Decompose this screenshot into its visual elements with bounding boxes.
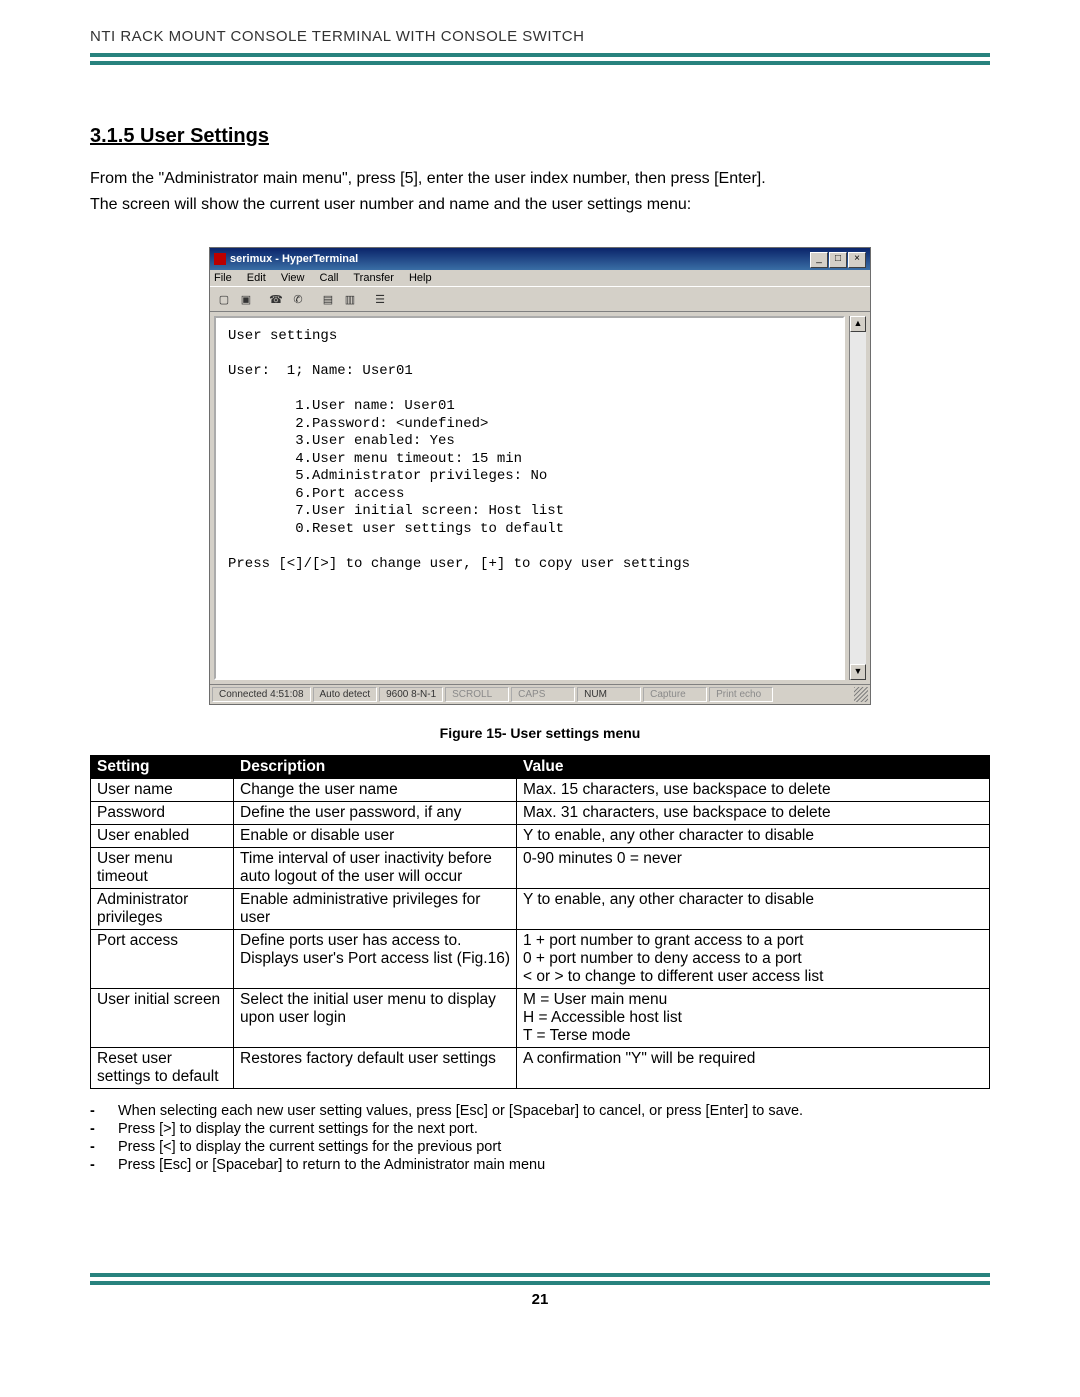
table-row: User enabledEnable or disable userY to e… (91, 825, 990, 848)
toolbar-send-icon[interactable]: ▤ (318, 289, 338, 309)
table-cell: Define the user password, if any (234, 802, 517, 825)
table-cell: Select the initial user menu to display … (234, 989, 517, 1048)
menu-help[interactable]: Help (409, 272, 432, 284)
table-cell: 1 + port number to grant access to a por… (517, 930, 990, 989)
table-cell: Max. 15 characters, use backspace to del… (517, 779, 990, 802)
menubar: File Edit View Call Transfer Help (210, 270, 870, 286)
table-row: User menu timeoutTime interval of user i… (91, 848, 990, 889)
table-cell: Enable administrative privileges for use… (234, 889, 517, 930)
status-num: NUM (577, 687, 641, 702)
settings-table: Setting Description Value User nameChang… (90, 755, 990, 1089)
vertical-scrollbar[interactable]: ▲ ▼ (849, 316, 866, 680)
col-value: Value (517, 756, 990, 779)
table-cell: User name (91, 779, 234, 802)
figure-caption: Figure 15- User settings menu (90, 725, 990, 741)
bullet-dash: - (90, 1157, 118, 1173)
toolbar-connect-icon[interactable]: ☎ (266, 289, 286, 309)
minimize-button[interactable]: _ (810, 252, 828, 268)
hyperterminal-window: serimux - HyperTerminal _□× File Edit Vi… (209, 247, 871, 705)
table-cell: Enable or disable user (234, 825, 517, 848)
notes-list: -When selecting each new user setting va… (90, 1103, 990, 1173)
table-cell: Time interval of user inactivity before … (234, 848, 517, 889)
toolbar-new-icon[interactable]: ▢ (214, 289, 234, 309)
menu-call[interactable]: Call (320, 272, 339, 284)
scroll-down-icon[interactable]: ▼ (850, 664, 866, 680)
note-item: -Press [<] to display the current settin… (90, 1139, 990, 1155)
scroll-up-icon[interactable]: ▲ (850, 316, 866, 332)
window-titlebar[interactable]: serimux - HyperTerminal _□× (210, 248, 870, 270)
terminal-output: User settings User: 1; Name: User01 1.Us… (214, 316, 845, 680)
table-cell: Change the user name (234, 779, 517, 802)
note-item: -When selecting each new user setting va… (90, 1103, 990, 1119)
page-header: NTI RACK MOUNT CONSOLE TERMINAL WITH CON… (90, 28, 990, 53)
menu-transfer[interactable]: Transfer (353, 272, 394, 284)
table-cell: Max. 31 characters, use backspace to del… (517, 802, 990, 825)
note-item: -Press [>] to display the current settin… (90, 1121, 990, 1137)
menu-view[interactable]: View (281, 272, 305, 284)
status-connected: Connected 4:51:08 (212, 687, 311, 702)
toolbar-disconnect-icon[interactable]: ✆ (288, 289, 308, 309)
table-header-row: Setting Description Value (91, 756, 990, 779)
note-item: -Press [Esc] or [Spacebar] to return to … (90, 1157, 990, 1173)
page-number: 21 (90, 1291, 990, 1308)
status-printecho: Print echo (709, 687, 773, 702)
table-cell: M = User main menu H = Accessible host l… (517, 989, 990, 1048)
scroll-track[interactable] (850, 332, 866, 664)
status-capture: Capture (643, 687, 707, 702)
table-cell: Y to enable, any other character to disa… (517, 825, 990, 848)
note-text: When selecting each new user setting val… (118, 1103, 990, 1119)
table-cell: Password (91, 802, 234, 825)
table-row: Administrator privilegesEnable administr… (91, 889, 990, 930)
menu-file[interactable]: File (214, 272, 232, 284)
toolbar-properties-icon[interactable]: ☰ (370, 289, 390, 309)
bullet-dash: - (90, 1103, 118, 1119)
table-cell: Reset user settings to default (91, 1048, 234, 1089)
table-row: User nameChange the user nameMax. 15 cha… (91, 779, 990, 802)
table-cell: A confirmation "Y" will be required (517, 1048, 990, 1089)
note-text: Press [>] to display the current setting… (118, 1121, 990, 1137)
status-caps: CAPS (511, 687, 575, 702)
note-text: Press [Esc] or [Spacebar] to return to t… (118, 1157, 990, 1173)
intro-line-2: The screen will show the current user nu… (90, 194, 990, 216)
col-description: Description (234, 756, 517, 779)
toolbar-open-icon[interactable]: ▣ (236, 289, 256, 309)
bullet-dash: - (90, 1121, 118, 1137)
menu-edit[interactable]: Edit (247, 272, 266, 284)
app-icon (214, 253, 226, 265)
intro-line-1: From the "Administrator main menu", pres… (90, 168, 990, 190)
table-cell: User initial screen (91, 989, 234, 1048)
table-cell: User enabled (91, 825, 234, 848)
table-cell: User menu timeout (91, 848, 234, 889)
header-rule (90, 53, 990, 65)
table-row: Reset user settings to defaultRestores f… (91, 1048, 990, 1089)
statusbar: Connected 4:51:08 Auto detect 9600 8-N-1… (210, 684, 870, 704)
maximize-button[interactable]: □ (829, 252, 847, 268)
table-row: PasswordDefine the user password, if any… (91, 802, 990, 825)
table-cell: Y to enable, any other character to disa… (517, 889, 990, 930)
status-baud: 9600 8-N-1 (379, 687, 443, 702)
footer-rule (90, 1273, 990, 1285)
status-autodetect: Auto detect (313, 687, 378, 702)
resize-grip-icon[interactable] (854, 687, 868, 702)
table-cell: Administrator privileges (91, 889, 234, 930)
note-text: Press [<] to display the current setting… (118, 1139, 990, 1155)
table-cell: Restores factory default user settings (234, 1048, 517, 1089)
col-setting: Setting (91, 756, 234, 779)
toolbar-receive-icon[interactable]: ▥ (340, 289, 360, 309)
status-scroll: SCROLL (445, 687, 509, 702)
close-button[interactable]: × (848, 252, 866, 268)
table-row: User initial screenSelect the initial us… (91, 989, 990, 1048)
bullet-dash: - (90, 1139, 118, 1155)
table-cell: Define ports user has access to. Display… (234, 930, 517, 989)
toolbar: ▢ ▣ ☎ ✆ ▤ ▥ ☰ (210, 286, 870, 312)
table-row: Port accessDefine ports user has access … (91, 930, 990, 989)
window-title: serimux - HyperTerminal (230, 253, 809, 265)
section-heading: 3.1.5 User Settings (90, 125, 990, 148)
table-cell: 0-90 minutes 0 = never (517, 848, 990, 889)
table-cell: Port access (91, 930, 234, 989)
